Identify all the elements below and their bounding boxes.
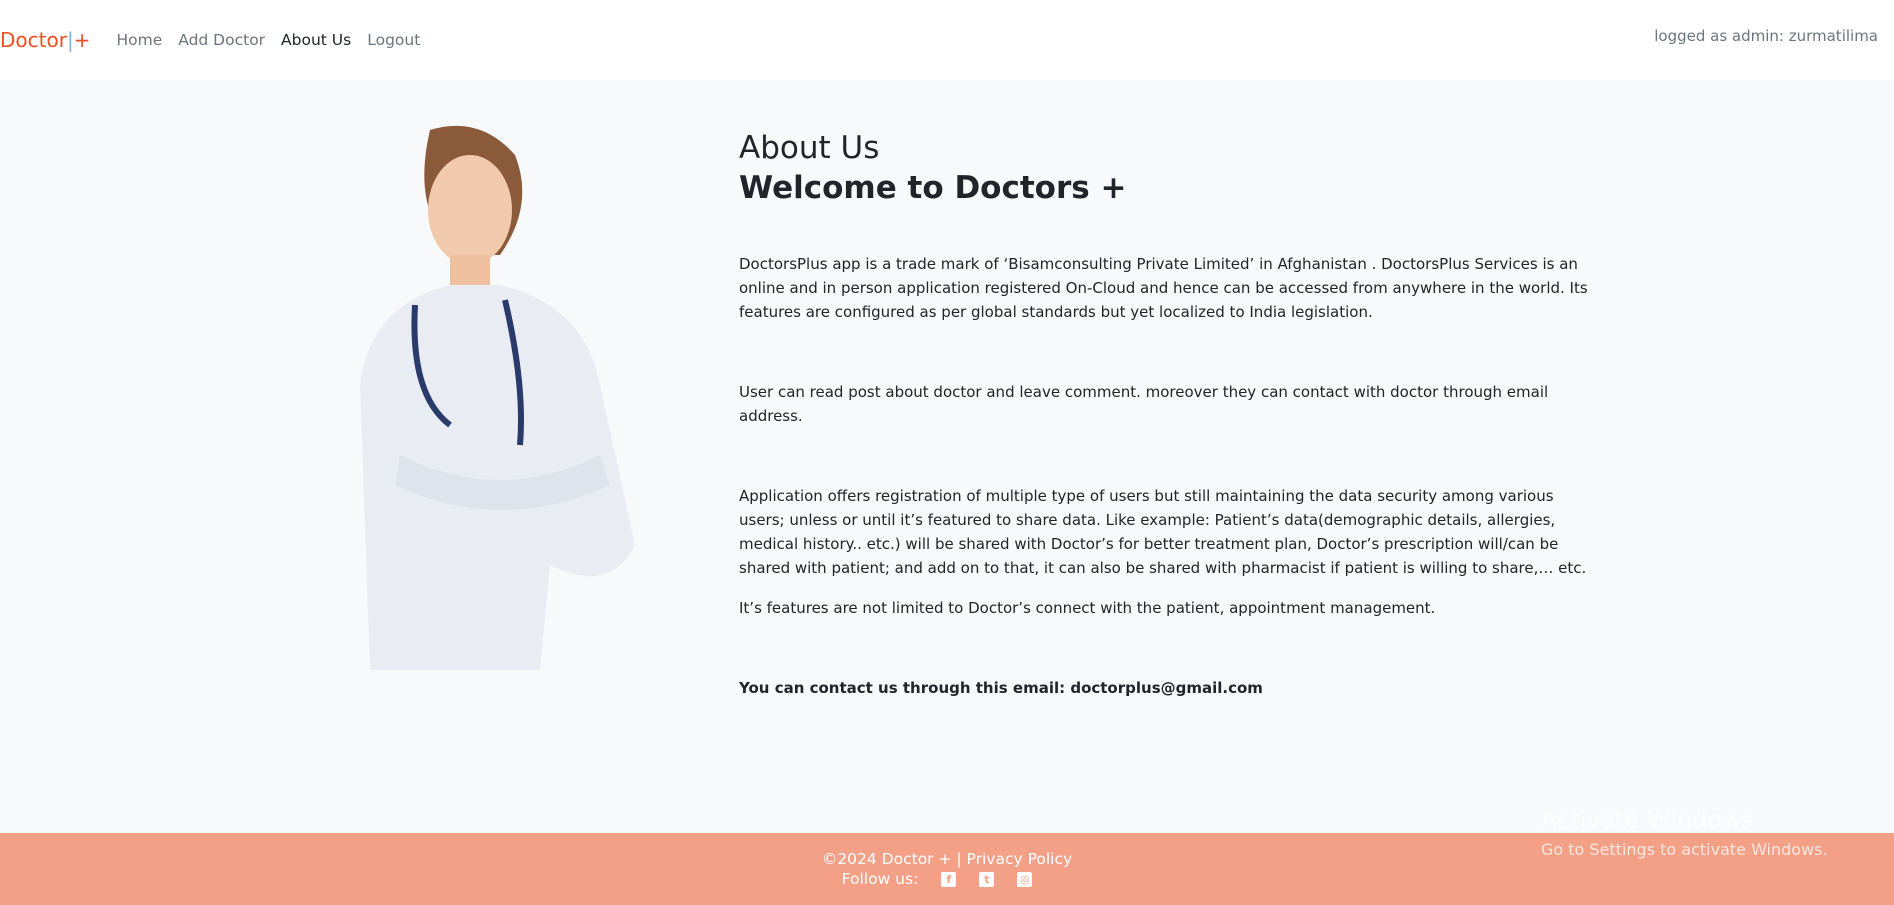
about-content: About Us Welcome to Doctors + DoctorsPlu…: [739, 128, 1599, 700]
follow-label: Follow us:: [841, 870, 919, 888]
navbar: Doctor|+ Home Add Doctor About Us Logout…: [0, 0, 1894, 80]
page-title: About Us: [739, 130, 880, 166]
paragraph-users: User can read post about doctor and leav…: [739, 383, 1549, 425]
brand-sep: |: [66, 28, 74, 52]
paragraph-features: It’s features are not limited to Doctor’…: [739, 599, 1436, 617]
paragraph-security: Application offers registration of multi…: [739, 487, 1587, 577]
activate-windows-watermark: Activate Windows Go to Settings to activ…: [1541, 806, 1828, 859]
logged-user: logged as admin: zurmatilima: [1654, 27, 1878, 45]
welcome-heading: Welcome to Doctors +: [739, 170, 1127, 206]
doctor-photo: [360, 125, 635, 670]
contact-email: You can contact us through this email: d…: [739, 679, 1263, 697]
nav-about-us[interactable]: About Us: [281, 31, 351, 49]
watermark-title: Activate Windows: [1541, 806, 1755, 834]
brand-text: Doctor: [0, 28, 67, 52]
brand-plus: +: [73, 28, 91, 52]
nav-home[interactable]: Home: [116, 31, 162, 49]
twitter-icon[interactable]: t: [979, 871, 995, 887]
instagram-icon[interactable]: ◎: [1017, 871, 1033, 887]
facebook-icon[interactable]: f: [941, 871, 957, 887]
nav-add-doctor[interactable]: Add Doctor: [178, 31, 265, 49]
nav-logout[interactable]: Logout: [367, 31, 420, 49]
paragraph-intro: DoctorsPlus app is a trade mark of ‘Bisa…: [739, 255, 1588, 321]
brand-logo[interactable]: Doctor|+: [0, 28, 90, 52]
watermark-sub: Go to Settings to activate Windows.: [1541, 840, 1828, 859]
